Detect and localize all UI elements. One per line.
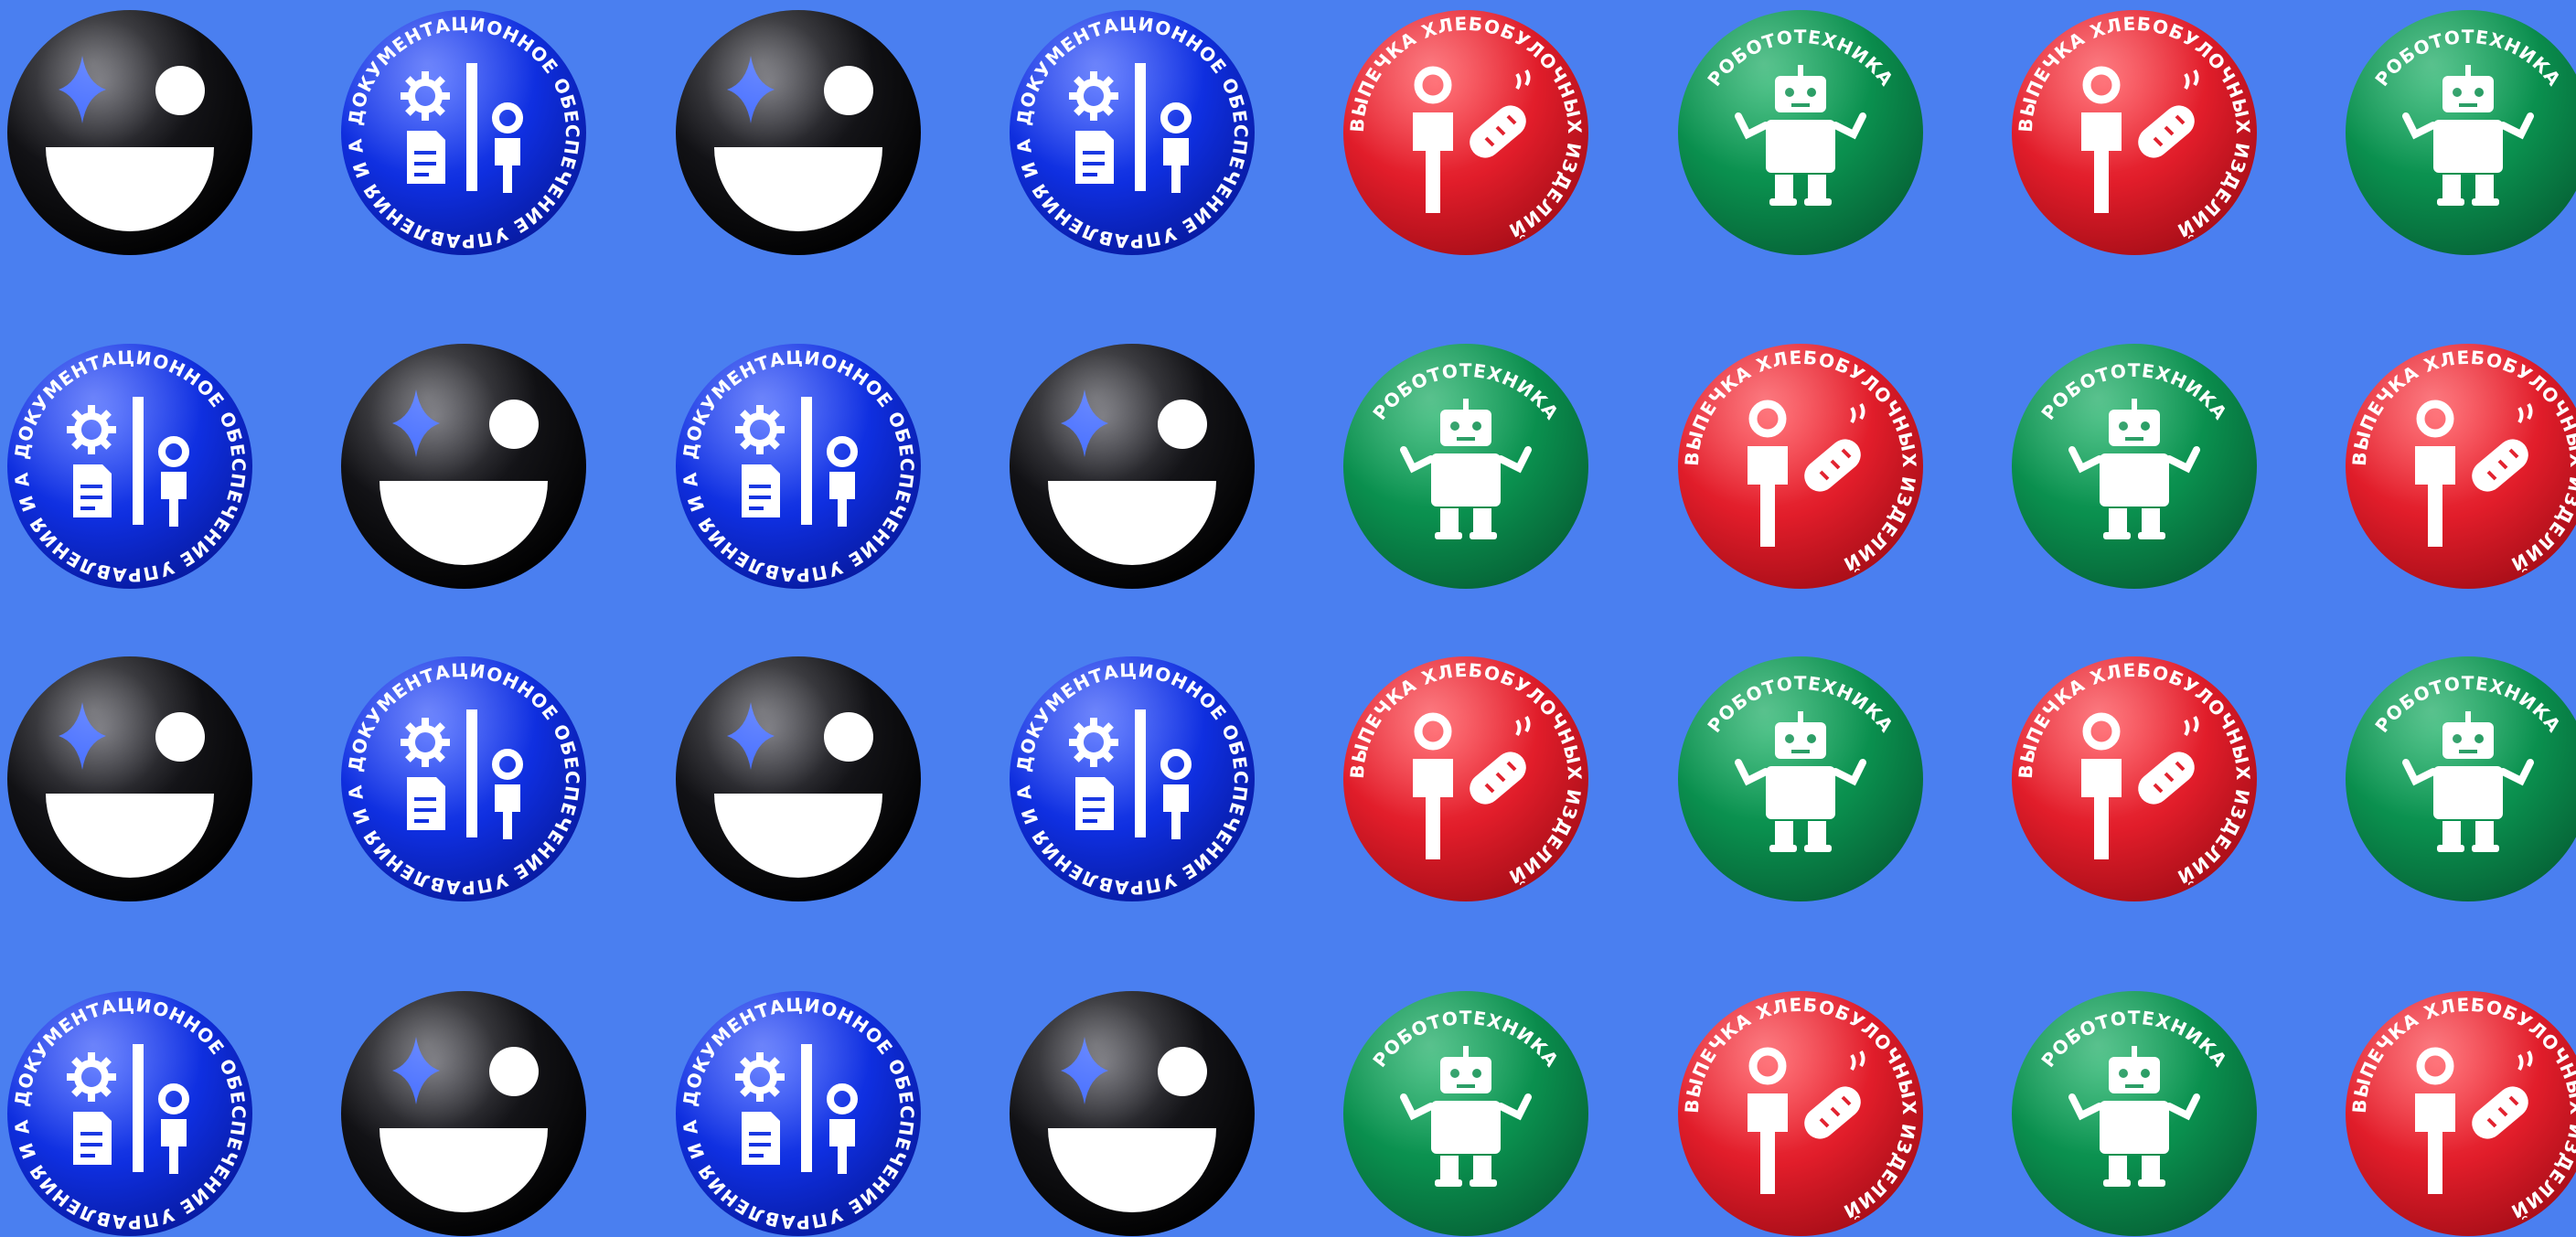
bakery-badge: ВЫПЕЧКА ХЛЕБОБУЛОЧНЫХ ИЗДЕЛИЙ xyxy=(1678,344,1923,589)
documentation-badge: ДОКУМЕНТАЦИОННОЕ ОБЕСПЕЧЕНИЕ УПРАВЛЕНИЯ … xyxy=(1010,656,1255,901)
smiley-badge xyxy=(341,344,586,589)
smiley-badge xyxy=(1010,991,1255,1236)
smiley-badge xyxy=(7,656,252,901)
badge-pattern-page: { "background_color": "#4a7ff0", "colors… xyxy=(0,0,2576,1237)
smiley-badge xyxy=(676,656,921,901)
documentation-badge: ДОКУМЕНТАЦИОННОЕ ОБЕСПЕЧЕНИЕ УПРАВЛЕНИЯ … xyxy=(341,10,586,255)
badge-grid: ДОКУМЕНТАЦИОННОЕ ОБЕСПЕЧЕНИЕ УПРАВЛЕНИЯ … xyxy=(0,0,2576,1237)
bakery-badge: ВЫПЕЧКА ХЛЕБОБУЛОЧНЫХ ИЗДЕЛИЙ xyxy=(2012,656,2257,901)
smiley-badge xyxy=(7,10,252,255)
bakery-badge: ВЫПЕЧКА ХЛЕБОБУЛОЧНЫХ ИЗДЕЛИЙ xyxy=(1678,991,1923,1236)
documentation-badge: ДОКУМЕНТАЦИОННОЕ ОБЕСПЕЧЕНИЕ УПРАВЛЕНИЯ … xyxy=(7,344,252,589)
robotics-badge: РОБОТОТЕХНИКА xyxy=(1678,10,1923,255)
robotics-badge: РОБОТОТЕХНИКА xyxy=(1343,344,1588,589)
smiley-badge xyxy=(1010,344,1255,589)
bakery-badge: ВЫПЕЧКА ХЛЕБОБУЛОЧНЫХ ИЗДЕЛИЙ xyxy=(1343,656,1588,901)
smiley-badge xyxy=(341,991,586,1236)
documentation-badge: ДОКУМЕНТАЦИОННОЕ ОБЕСПЕЧЕНИЕ УПРАВЛЕНИЯ … xyxy=(676,991,921,1236)
documentation-badge: ДОКУМЕНТАЦИОННОЕ ОБЕСПЕЧЕНИЕ УПРАВЛЕНИЯ … xyxy=(341,656,586,901)
bakery-badge: ВЫПЕЧКА ХЛЕБОБУЛОЧНЫХ ИЗДЕЛИЙ xyxy=(2012,10,2257,255)
robotics-badge: РОБОТОТЕХНИКА xyxy=(1678,656,1923,901)
bakery-badge: ВЫПЕЧКА ХЛЕБОБУЛОЧНЫХ ИЗДЕЛИЙ xyxy=(1343,10,1588,255)
documentation-badge: ДОКУМЕНТАЦИОННОЕ ОБЕСПЕЧЕНИЕ УПРАВЛЕНИЯ … xyxy=(676,344,921,589)
documentation-badge: ДОКУМЕНТАЦИОННОЕ ОБЕСПЕЧЕНИЕ УПРАВЛЕНИЯ … xyxy=(7,991,252,1236)
smiley-badge xyxy=(676,10,921,255)
robotics-badge: РОБОТОТЕХНИКА xyxy=(2012,991,2257,1236)
robotics-badge: РОБОТОТЕХНИКА xyxy=(1343,991,1588,1236)
documentation-badge: ДОКУМЕНТАЦИОННОЕ ОБЕСПЕЧЕНИЕ УПРАВЛЕНИЯ … xyxy=(1010,10,1255,255)
robotics-badge: РОБОТОТЕХНИКА xyxy=(2012,344,2257,589)
